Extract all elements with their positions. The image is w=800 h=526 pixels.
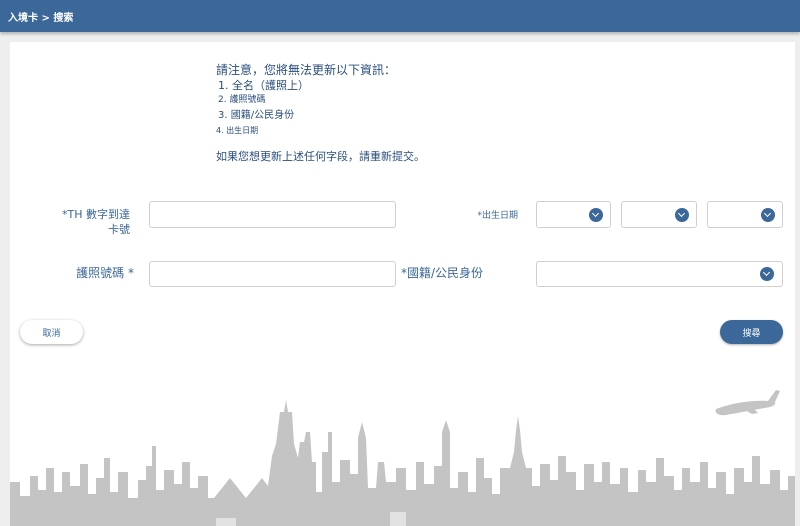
nationality-select[interactable] <box>536 261 783 287</box>
cancel-button[interactable]: 取消 <box>20 320 83 344</box>
passport-label: 護照號碼 * <box>76 266 134 280</box>
notice-block: 請注意，您將無法更新以下資訊： 1. 全名（護照上） 2. 護照號碼 3. 國籍… <box>216 62 425 164</box>
th-card-number-input[interactable] <box>149 201 396 228</box>
th-card-label: *TH 數字到達 卡號 <box>50 207 130 237</box>
airplane-icon <box>715 390 780 416</box>
skyline-silhouette <box>10 400 795 526</box>
dob-day-select[interactable] <box>536 201 611 228</box>
notice-title: 請注意，您將無法更新以下資訊： <box>216 63 397 77</box>
chevron-down-icon[interactable] <box>589 208 603 222</box>
nationality-label: *國籍/公民身份 <box>401 266 484 280</box>
notice-item-dob: 4. 出生日期 <box>216 126 259 135</box>
breadcrumb: 入境卡 > 搜索 <box>8 13 74 24</box>
notice-item-nationality: 3. 國籍/公民身份 <box>218 110 295 121</box>
notice-resubmit: 如果您想更新上述任何字段，請重新提交。 <box>216 150 425 163</box>
search-card: 請注意，您將無法更新以下資訊： 1. 全名（護照上） 2. 護照號碼 3. 國籍… <box>10 42 795 526</box>
dob-month-select[interactable] <box>621 201 697 228</box>
notice-item-passport: 2. 護照號碼 <box>218 95 266 105</box>
chevron-down-icon[interactable] <box>761 208 775 222</box>
passport-number-input[interactable] <box>149 261 396 287</box>
dob-year-select[interactable] <box>707 201 783 228</box>
chevron-down-icon[interactable] <box>760 267 774 281</box>
search-button[interactable]: 搜尋 <box>720 320 783 344</box>
chevron-down-icon[interactable] <box>675 208 689 222</box>
th-card-label-line2: 卡號 <box>108 223 130 236</box>
dob-label: *出生日期 <box>477 211 518 221</box>
notice-item-full-name: 1. 全名（護照上） <box>218 79 309 92</box>
top-bar: 入境卡 > 搜索 <box>0 0 800 32</box>
city-skyline-illustration <box>10 390 795 526</box>
th-card-label-line1: *TH 數字到達 <box>62 208 130 221</box>
